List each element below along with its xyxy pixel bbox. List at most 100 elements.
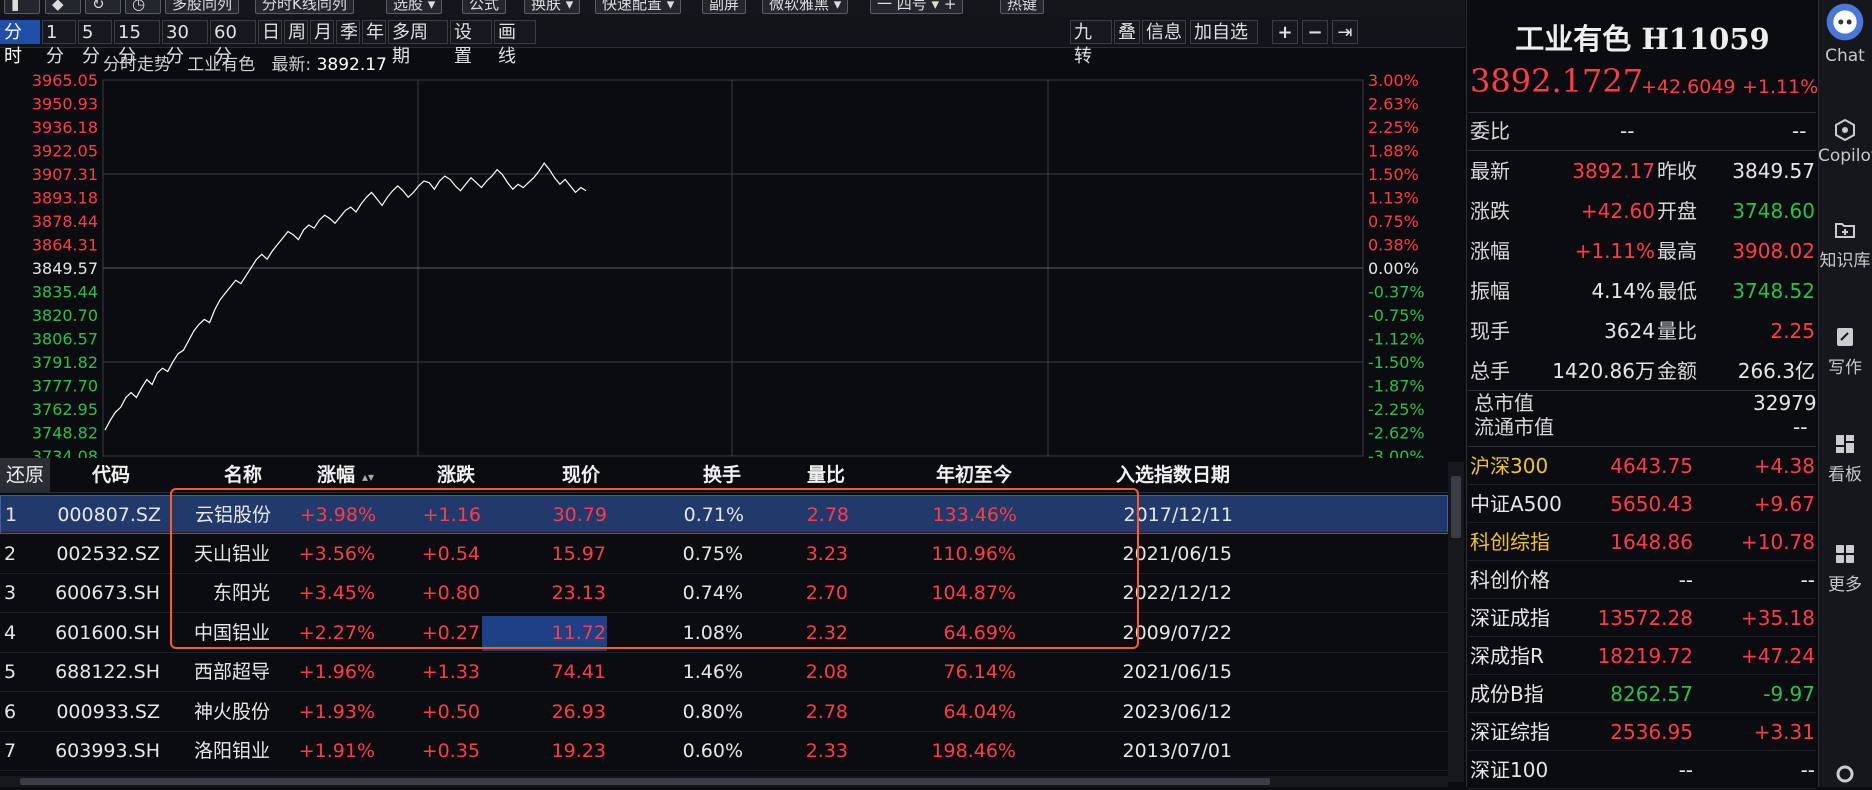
tab-draw[interactable]: 画线 — [494, 20, 536, 67]
sidebar-item-write[interactable]: 写作 — [1818, 325, 1872, 378]
sidebar-item-copilot[interactable]: Copilot — [1818, 118, 1872, 166]
clock-icon[interactable]: ◷ — [125, 0, 161, 14]
table-row[interactable]: 4 601600.SH 中国铝业 +2.27% +0.27 11.72 1.08% 2.32 6… — [0, 614, 1448, 653]
tool-add-watchlist[interactable]: 加自选 — [1190, 20, 1258, 44]
cell-price: 11.72 — [551, 621, 606, 644]
toolbar-btn-formula[interactable]: 公式 — [462, 0, 507, 14]
tab-15min[interactable]: 15分 — [114, 20, 160, 67]
col-pct[interactable]: 涨幅 — [300, 458, 355, 492]
col-date[interactable]: 入选指数日期 — [1095, 458, 1230, 492]
sidebar-item-chat[interactable]: Chat — [1818, 0, 1872, 66]
tool-overlay[interactable]: 叠 — [1114, 20, 1140, 44]
index-price: 1648.86 — [1610, 530, 1693, 554]
col-code[interactable]: 代码 — [60, 458, 130, 492]
tab-quarter[interactable]: 季 — [336, 20, 360, 44]
sidebar-item-board[interactable]: 看板 — [1818, 432, 1872, 485]
tool-info[interactable]: 信息 — [1142, 20, 1186, 44]
col-chg[interactable]: 涨跌 — [420, 458, 475, 492]
cell-price: 15.97 — [551, 542, 606, 565]
horizontal-scrollbar[interactable] — [0, 776, 1448, 787]
edit-icon — [1837, 328, 1853, 346]
cell-pct: +3.98% — [299, 504, 376, 526]
index-change: +3.31 — [1753, 720, 1815, 744]
toolbar-btn-kline[interactable]: 分时K线同列 — [255, 0, 354, 14]
cell-idx: 1 — [5, 504, 18, 526]
index-change: +9.67 — [1753, 492, 1815, 516]
stat-label: 金额 — [1657, 359, 1697, 383]
tab-settings[interactable]: 设置 — [450, 20, 492, 67]
toolbar-icon-2[interactable]: ◆ — [45, 0, 81, 14]
y-tick-left: 3762.95 — [32, 400, 98, 419]
col-ytd[interactable]: 年初至今 — [900, 458, 1012, 492]
index-change: +10.78 — [1740, 530, 1815, 554]
y-tick-left: 3922.05 — [32, 142, 98, 161]
refresh-icon[interactable]: ↻ — [85, 0, 121, 14]
cell-ytd: 133.46% — [932, 504, 1017, 526]
table-row[interactable]: 3 600673.SH 东阳光 +3.45% +0.80 23.13 0.74% 2.70 10… — [0, 574, 1448, 613]
y-tick-left: 3748.82 — [32, 424, 98, 443]
table-row[interactable]: 2 002532.SZ 天山铝业 +3.56% +0.54 15.97 0.75% 3.23 1… — [0, 535, 1448, 574]
tool-jiuzhuan[interactable]: 九转 — [1070, 20, 1112, 67]
cell-idx: 2 — [4, 542, 17, 565]
tab-day[interactable]: 日 — [258, 20, 282, 44]
toolbar-btn-screen[interactable]: 副屏 — [702, 0, 747, 14]
tab-5min[interactable]: 5分 — [78, 20, 112, 67]
table-scrollbar[interactable] — [1448, 462, 1464, 782]
quote-divider-2 — [1468, 150, 1816, 151]
y-tick-right: -0.75% — [1368, 306, 1425, 325]
robot-icon — [1826, 3, 1864, 41]
toolbar-btn-config[interactable]: 快速配置 ▾ — [595, 0, 682, 14]
sidebar-settings[interactable] — [1818, 762, 1872, 790]
cell-price: 19.23 — [551, 740, 606, 762]
toolbar-btn-select[interactable]: 选股 ▾ — [386, 0, 443, 14]
sidebar-item-more[interactable]: 更多 — [1818, 542, 1872, 595]
cell-vol-ratio: 2.78 — [805, 700, 848, 723]
stat-value: 3849.57 — [1732, 159, 1815, 183]
index-row-divider — [1468, 522, 1816, 523]
restore-button[interactable]: 还原 — [0, 458, 50, 492]
table-row[interactable]: 1 000807.SZ 云铝股份 +3.98% +1.16 30.79 0.71% 2.78 1… — [0, 495, 1449, 534]
sidebar-item-knowledge[interactable]: 知识库 — [1818, 218, 1872, 271]
cell-name: 天山铝业 — [193, 542, 270, 565]
y-tick-right: -1.12% — [1368, 330, 1425, 349]
intraday-chart[interactable]: 分时走势 工业有色 最新: 3892.17 3965.05 3.00% 3950.9… — [0, 48, 1465, 458]
col-vol-ratio[interactable]: 量比 — [790, 458, 845, 492]
toolbar-icon-1[interactable]: ▮ — [4, 0, 40, 14]
col-name[interactable]: 名称 — [200, 458, 262, 492]
cell-turnover: 0.60% — [682, 740, 743, 762]
cell-code: 002532.SZ — [56, 542, 160, 565]
toolbar-btn-size[interactable]: 一 四号 ▾ + — [870, 0, 964, 14]
col-turnover[interactable]: 换手 — [683, 458, 741, 492]
index-name: 中证A500 — [1470, 492, 1562, 516]
tab-month[interactable]: 月 — [310, 20, 334, 44]
sort-desc-icon[interactable]: ▴▾ — [362, 470, 374, 484]
hscroll-thumb[interactable] — [20, 778, 1270, 785]
index-name: 深成指R — [1470, 644, 1544, 668]
toolbar-btn-hotkey[interactable]: 热键 — [1000, 0, 1045, 14]
zoom-out-icon[interactable]: − — [1302, 20, 1328, 44]
tab-multi-period[interactable]: 多周期 — [388, 20, 448, 67]
stat-value: 1420.86万 — [1552, 359, 1655, 383]
table-row[interactable]: 5 688122.SH 西部超导 +1.96% +1.33 74.41 1.46% 2.08 7… — [0, 653, 1448, 692]
scrollbar-thumb[interactable] — [1451, 476, 1461, 538]
toolbar-btn-font[interactable]: 微软雅黑 ▾ — [762, 0, 849, 14]
y-tick-left: 3907.31 — [32, 165, 98, 184]
cell-ytd: 198.46% — [931, 740, 1016, 762]
table-row[interactable]: 6 000933.SZ 神火股份 +1.93% +0.50 26.93 0.80% 2.78 6… — [0, 693, 1448, 732]
table-row[interactable]: 7 603993.SH 洛阳钼业 +1.91% +0.35 19.23 0.60% 2.33 1… — [0, 732, 1448, 771]
zoom-in-icon[interactable]: + — [1272, 20, 1298, 44]
toolbar-btn-skin[interactable]: 换肤 ▾ — [524, 0, 581, 14]
tab-30min[interactable]: 30分 — [162, 20, 208, 67]
y-tick-left: 3893.18 — [32, 189, 98, 208]
tab-60min[interactable]: 60分 — [210, 20, 256, 67]
tab-fenshi[interactable]: 分时 — [0, 20, 40, 67]
col-price[interactable]: 现价 — [545, 458, 600, 492]
collapse-panel-icon[interactable]: ⇥ — [1332, 20, 1358, 44]
tab-year[interactable]: 年 — [362, 20, 386, 44]
tab-week[interactable]: 周 — [284, 20, 308, 44]
y-tick-right: 2.25% — [1368, 118, 1419, 137]
toolbar-btn-multi[interactable]: 多股同列 — [165, 0, 240, 14]
index-row-divider — [1468, 598, 1816, 599]
stat-value: 3908.02 — [1732, 239, 1815, 263]
tab-1min[interactable]: 1分 — [42, 20, 76, 67]
